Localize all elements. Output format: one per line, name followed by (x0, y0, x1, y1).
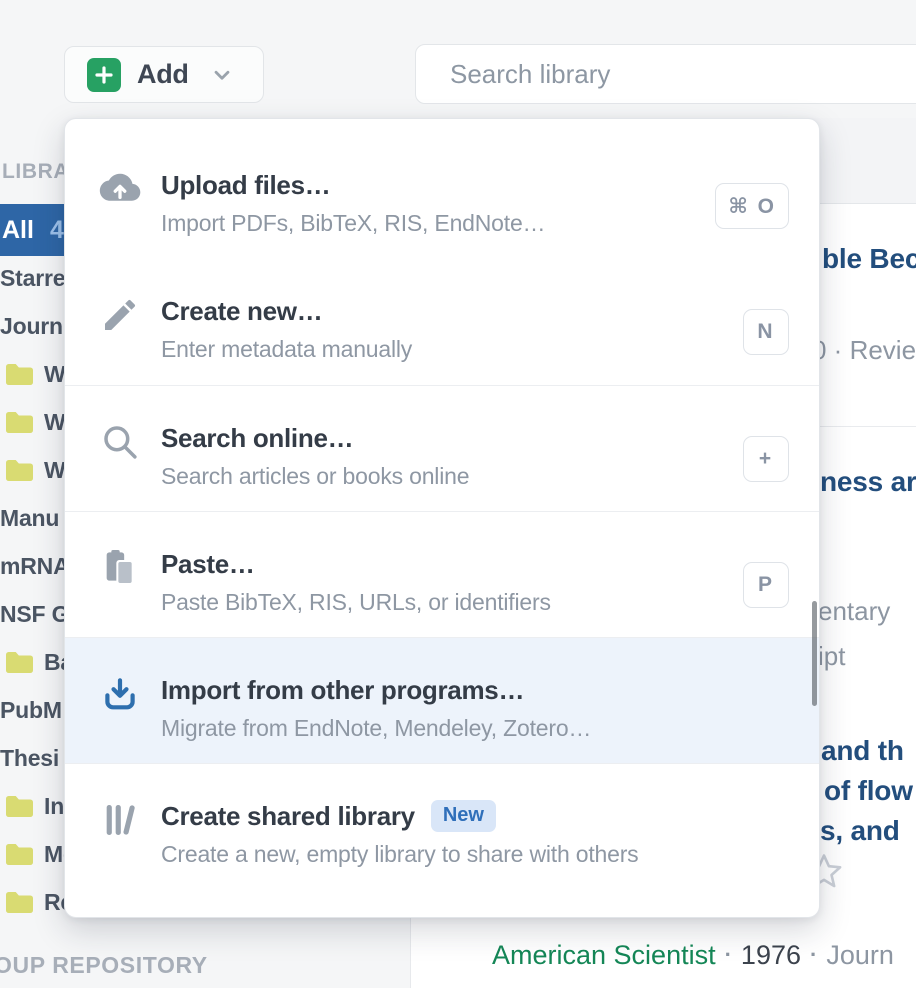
menu-scrollbar-thumb[interactable] (812, 601, 817, 706)
menu-item-subtitle: Paste BibTeX, RIS, URLs, or identifiers (161, 589, 819, 616)
folder-icon (3, 889, 36, 916)
new-badge: New (431, 800, 496, 832)
shortcut-badge: P (743, 562, 789, 608)
download-tray-icon (97, 672, 143, 716)
reference-title[interactable]: ble Bec (822, 243, 916, 275)
menu-item-subtitle: Create a new, empty library to share wit… (161, 841, 819, 868)
dot-separator: · (810, 942, 817, 967)
menu-item-subtitle: Search articles or books online (161, 463, 819, 490)
reference-title[interactable]: and th (821, 735, 904, 767)
library-books-icon (97, 798, 143, 842)
menu-item-import-programs[interactable]: Import from other programs… Migrate from… (65, 637, 819, 763)
reference-title[interactable]: of flow (824, 775, 913, 807)
add-button[interactable]: Add (64, 46, 264, 103)
sidebar-item-label: NSF G (0, 601, 69, 628)
magnifier-icon (97, 420, 143, 464)
folder-icon (3, 649, 36, 676)
sidebar-section-label: OUP REPOSITORY (0, 952, 208, 979)
sidebar-item-label: mRNA (0, 553, 69, 580)
sidebar-item-label: Journ (0, 313, 63, 340)
menu-item-create-new[interactable]: Create new… Enter metadata manually N (65, 259, 819, 385)
menu-item-title: Create new… (161, 295, 819, 327)
journal-name-link[interactable]: American Scientist (492, 940, 716, 970)
folder-icon (3, 793, 36, 820)
attachment-link[interactable]: entary (818, 596, 890, 627)
sidebar-item-label: Thesi (0, 745, 59, 772)
add-button-label: Add (137, 59, 189, 90)
sidebar-item-label: PubM (0, 697, 62, 724)
menu-item-upload-files[interactable]: Upload files… Import PDFs, BibTeX, RIS, … (65, 133, 819, 259)
menu-item-create-shared-library[interactable]: Create shared library New Create a new, … (65, 763, 819, 889)
search-input[interactable] (415, 44, 916, 104)
reference-title[interactable]: s, and (820, 815, 900, 847)
shortcut-badge: + (743, 436, 789, 482)
sidebar-item-label: Manu (0, 505, 59, 532)
cloud-upload-icon (97, 167, 143, 211)
folder-icon (3, 457, 36, 484)
folder-icon (3, 841, 36, 868)
menu-item-title-text: Create shared library (161, 800, 415, 832)
reference-year: 1976 (741, 940, 801, 970)
plus-icon (87, 58, 121, 92)
folder-icon (3, 409, 36, 436)
shortcut-badge: N (743, 309, 789, 355)
shortcut-badge: ⌘ O (715, 183, 789, 229)
menu-item-search-online[interactable]: Search online… Search articles or books … (65, 385, 819, 511)
menu-item-title: Search online… (161, 422, 819, 454)
reference-title[interactable]: ness ar (820, 466, 916, 498)
menu-item-paste[interactable]: Paste… Paste BibTeX, RIS, URLs, or ident… (65, 511, 819, 637)
clipboard-icon (97, 546, 143, 590)
sidebar-item-label: All (2, 216, 34, 245)
sidebar-item-label: Starre (0, 265, 65, 292)
menu-item-subtitle: Enter metadata manually (161, 336, 819, 363)
reference-type: Journ (826, 940, 894, 970)
pencil-icon (97, 293, 143, 337)
menu-item-title: Create shared library New (161, 800, 819, 832)
reference-meta-line: American Scientist · 1976 · Journ (492, 940, 894, 971)
reference-meta: 0 · Revie (812, 335, 916, 366)
sidebar-section-label: LIBRA (2, 160, 69, 184)
menu-item-title: Paste… (161, 548, 819, 580)
folder-icon (3, 361, 36, 388)
add-dropdown-menu: Upload files… Import PDFs, BibTeX, RIS, … (64, 118, 820, 918)
menu-item-title: Import from other programs… (161, 674, 819, 706)
menu-item-subtitle: Migrate from EndNote, Mendeley, Zotero… (161, 715, 819, 742)
dot-separator: · (725, 942, 732, 967)
chevron-down-icon (209, 62, 235, 88)
attachment-link[interactable]: ipt (818, 641, 845, 672)
